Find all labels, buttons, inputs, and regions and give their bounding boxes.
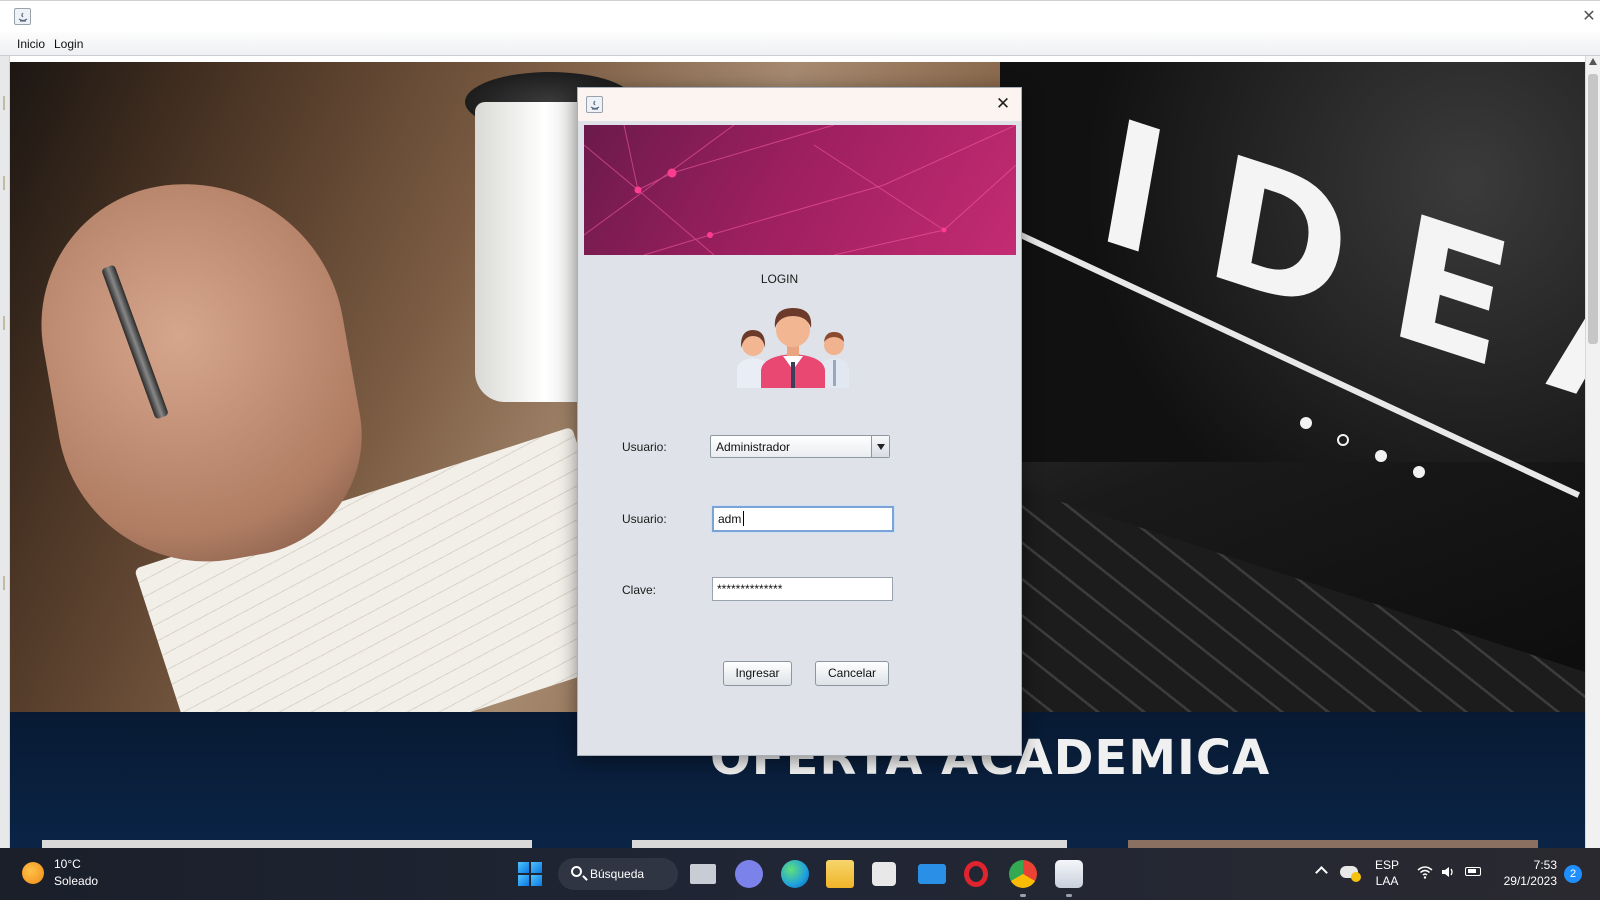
menu-bar: Inicio Login (0, 32, 1600, 56)
left-window-edge (0, 56, 10, 848)
mail-icon[interactable] (918, 864, 946, 884)
volume-icon[interactable] (1440, 864, 1456, 880)
slide-dot (1300, 417, 1312, 429)
slide-dot (1375, 450, 1387, 462)
password-label: Clave: (622, 583, 657, 597)
scrollbar-thumb[interactable] (1588, 74, 1598, 344)
user-type-label: Usuario: (622, 440, 667, 454)
chevron-down-icon[interactable] (871, 436, 889, 457)
start-button[interactable] (518, 862, 542, 886)
taskbar: 10°C Soleado Búsqueda ESP LAA 7:53 29/1/… (0, 848, 1600, 900)
thumbnail-card (42, 840, 532, 848)
battery-icon[interactable] (1465, 867, 1481, 876)
chrome-icon[interactable] (1009, 860, 1037, 888)
edge-mark (3, 316, 5, 330)
search-label: Búsqueda (590, 867, 645, 881)
running-indicator (1066, 894, 1072, 897)
store-icon[interactable] (872, 862, 896, 886)
teams-chat-icon[interactable] (735, 860, 763, 888)
edge-mark (3, 576, 5, 590)
login-title: LOGIN (760, 272, 799, 286)
edge-icon[interactable] (781, 860, 809, 888)
java-app-icon (14, 8, 31, 25)
thumbnail-card (1128, 840, 1538, 848)
photo-laptop: IDEA (997, 62, 1585, 712)
weather-temperature[interactable]: 10°C (54, 857, 81, 871)
scroll-up-icon[interactable] (1589, 58, 1597, 65)
warning-badge-icon (1351, 872, 1361, 882)
username-label: Usuario: (622, 512, 667, 526)
slide-dot-active (1337, 434, 1349, 446)
photo-laptop-screen: IDEA (997, 62, 1585, 498)
keyboard-layout: LAA (1375, 874, 1399, 888)
dialog-title-bar[interactable]: ✕ (578, 88, 1021, 121)
sun-icon[interactable] (22, 862, 44, 884)
edge-mark (3, 96, 5, 110)
weather-condition[interactable]: Soleado (54, 874, 98, 888)
running-indicator (1020, 894, 1026, 897)
app-title-bar: ✕ (0, 0, 1600, 32)
edge-mark (3, 176, 5, 190)
windows-logo-tile (518, 875, 529, 886)
windows-logo-tile (531, 862, 542, 873)
idea-screen-text: IDEA (1085, 82, 1585, 481)
users-group-icon (733, 300, 853, 390)
windows-logo-tile (518, 862, 529, 873)
username-input[interactable] (712, 506, 894, 532)
vertical-scrollbar[interactable] (1585, 56, 1600, 848)
file-explorer-icon[interactable] (826, 860, 854, 888)
photo-keyboard (1000, 482, 1585, 712)
slide-dot (1413, 466, 1425, 478)
clock[interactable]: 7:53 29/1/2023 (1497, 857, 1557, 889)
show-hidden-icons-icon[interactable] (1315, 866, 1328, 879)
window-close-icon[interactable]: ✕ (1580, 7, 1598, 25)
ingresar-button[interactable]: Ingresar (723, 661, 792, 686)
language-indicator[interactable]: ESP LAA (1375, 857, 1399, 889)
windows-logo-tile (531, 875, 542, 886)
menu-item-inicio[interactable]: Inicio (17, 37, 45, 51)
language-code: ESP (1375, 858, 1400, 872)
text-caret (743, 511, 744, 526)
clock-date: 29/1/2023 (1503, 874, 1557, 888)
cancelar-button[interactable]: Cancelar (815, 661, 889, 686)
menu-item-login[interactable]: Login (54, 37, 83, 51)
dialog-close-icon[interactable]: ✕ (993, 94, 1013, 114)
thumbnail-card (632, 840, 1067, 848)
login-dialog: ✕ LOGIN Usuario: Administrador Usuario: … (577, 87, 1022, 756)
java-app-icon (586, 96, 603, 113)
taskbar-search[interactable]: Búsqueda (558, 858, 678, 890)
java-app-icon[interactable] (1055, 860, 1083, 888)
user-type-select[interactable]: Administrador (710, 435, 890, 458)
user-type-value: Administrador (716, 440, 791, 454)
password-input[interactable] (712, 577, 893, 601)
task-view-icon[interactable] (690, 864, 716, 884)
wifi-icon[interactable] (1417, 864, 1433, 880)
notification-badge[interactable]: 2 (1564, 865, 1582, 883)
clock-time: 7:53 (1533, 858, 1557, 872)
search-icon (571, 866, 582, 877)
opera-icon[interactable] (964, 861, 988, 887)
login-banner-image (584, 125, 1016, 255)
